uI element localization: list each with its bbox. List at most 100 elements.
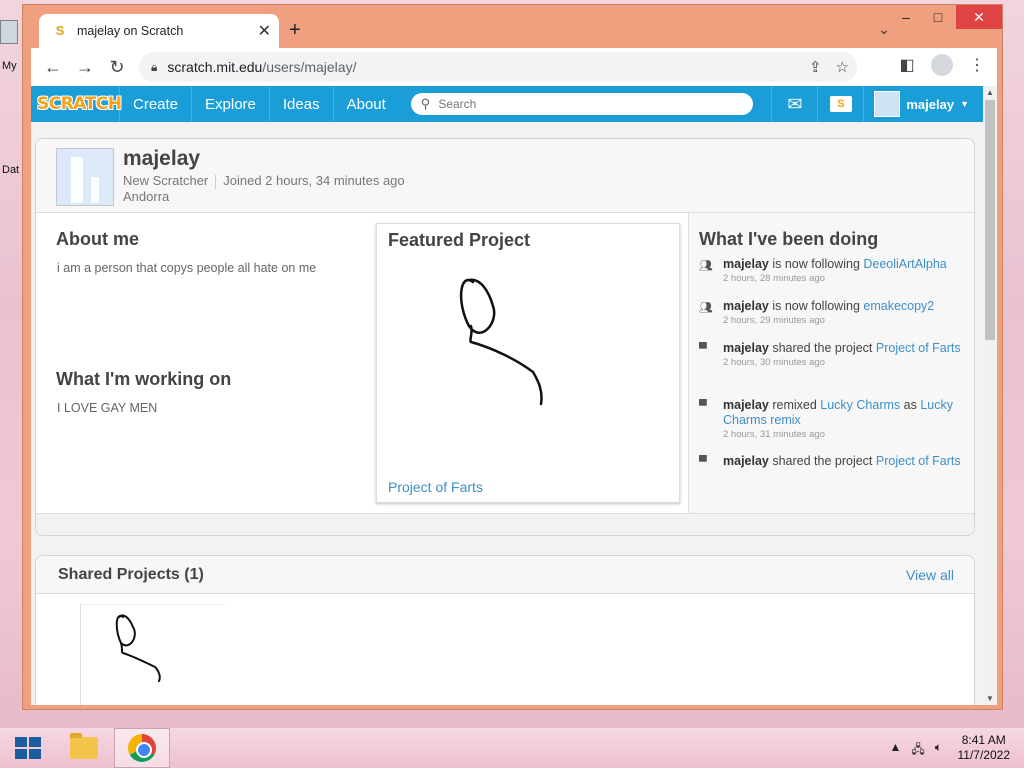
project-thumbnail[interactable]: [81, 605, 227, 705]
chrome-icon: [128, 734, 156, 762]
system-tray: ▲ 🖧︎ 🔈︎: [890, 740, 942, 761]
back-icon[interactable]: ←: [37, 57, 69, 78]
share-icon: ▀: [699, 456, 707, 468]
scrollbar-thumb[interactable]: [985, 100, 995, 340]
profile-role: New Scratcher: [123, 173, 209, 188]
search-input[interactable]: [438, 97, 729, 111]
profile-meta: New Scratcher Joined 2 hours, 34 minutes …: [123, 173, 405, 205]
side-panel-icon[interactable]: ◧: [897, 55, 917, 75]
account-username: majelay: [906, 96, 955, 112]
nav-explore[interactable]: Explore: [191, 86, 269, 122]
desktop-icon-label: Dat: [2, 164, 20, 176]
desktop-icon-label: My: [2, 60, 17, 72]
url-text: scratch.mit.edu/users/majelay/: [167, 59, 357, 75]
activity-user-link[interactable]: majelay: [723, 454, 769, 468]
follow-icon: 👥︎: [699, 260, 713, 272]
activity-target-link[interactable]: Lucky Charms: [820, 398, 900, 412]
reload-icon[interactable]: ↻: [101, 57, 133, 78]
new-tab-icon[interactable]: +: [289, 19, 301, 42]
browser-window: S majelay on Scratch ✕ + ⌄ – □ ✕ ← → ↻ 🔒…: [22, 4, 1003, 710]
view-all-link[interactable]: View all: [906, 567, 954, 583]
scratch-logo[interactable]: SCRATCH: [37, 91, 122, 117]
chrome-taskbar-icon[interactable]: [114, 728, 170, 768]
about-text[interactable]: i am a person that copys people all hate…: [57, 261, 316, 275]
share-icon: ▀: [699, 343, 707, 355]
activity-heading: What I've been doing: [699, 229, 879, 249]
menu-kebab-icon[interactable]: ⋮: [967, 55, 987, 75]
scratch-favicon-icon: S: [55, 23, 65, 38]
activity-user-link[interactable]: majelay: [723, 257, 769, 271]
activity-target-link[interactable]: emakecopy2: [863, 299, 934, 313]
search-box[interactable]: ⚲: [410, 93, 753, 115]
start-button[interactable]: [0, 728, 56, 768]
browser-tab[interactable]: S majelay on Scratch ✕: [39, 14, 279, 48]
working-text[interactable]: I LOVE GAY MEN: [57, 401, 157, 415]
shared-projects-title: Shared Projects (1): [58, 566, 204, 583]
shared-projects-box: Shared Projects (1) View all: [35, 555, 975, 705]
page-scrollbar[interactable]: ▲ ▼: [983, 86, 997, 705]
about-column: About me i am a person that copys people…: [36, 213, 376, 513]
tab-strip: S majelay on Scratch ✕ + ⌄ – □ ✕: [23, 5, 1002, 48]
share-page-icon[interactable]: ⇪: [809, 58, 822, 76]
profile-avatar-icon[interactable]: [931, 54, 953, 76]
taskbar: ▲ 🖧︎ 🔈︎ 8:41 AM 11/7/2022: [0, 728, 1024, 768]
project-thumbnail-card[interactable]: [80, 604, 226, 705]
bookmark-star-icon[interactable]: ☆: [836, 58, 849, 76]
scroll-down-icon[interactable]: ▼: [983, 694, 997, 703]
featured-project-card: Featured Project Project of Farts: [376, 223, 680, 503]
chevron-down-icon: ▼: [960, 99, 969, 109]
shared-projects-header: Shared Projects (1) View all: [36, 556, 974, 594]
clock-time: 8:41 AM: [961, 733, 1006, 747]
avatar: [874, 91, 901, 117]
featured-heading: Featured Project: [388, 230, 531, 250]
address-bar[interactable]: 🔒︎ scratch.mit.edu/users/majelay/ ⇪ ☆: [139, 52, 857, 82]
activity-user-link[interactable]: majelay: [723, 398, 769, 412]
remix-icon: ▀: [699, 400, 707, 412]
search-icon: ⚲: [420, 96, 431, 111]
volume-icon[interactable]: 🔈︎: [935, 740, 942, 761]
scratch-navbar: SCRATCH Create Explore Ideas About ⚲ ✉ S…: [31, 86, 983, 122]
profile-joined: Joined 2 hours, 34 minutes ago: [223, 173, 405, 188]
activity-user-link[interactable]: majelay: [723, 299, 769, 313]
show-hidden-icons-chevron-icon[interactable]: ▲: [890, 740, 902, 761]
windows-logo-icon: [15, 737, 41, 759]
tab-close-icon[interactable]: ✕: [258, 21, 271, 41]
scroll-up-icon[interactable]: ▲: [983, 88, 997, 97]
maximize-icon[interactable]: □: [920, 5, 956, 29]
featured-project-link[interactable]: Project of Farts: [388, 479, 483, 495]
desktop-icon[interactable]: [0, 20, 18, 44]
account-menu[interactable]: majelay ▼: [863, 86, 983, 122]
activity-column: What I've been doing 👥︎ majelay is now f…: [688, 213, 974, 513]
minimize-icon[interactable]: –: [888, 5, 924, 29]
close-window-icon[interactable]: ✕: [956, 5, 1002, 29]
about-heading: About me: [56, 229, 139, 249]
profile-header: majelay New Scratcher Joined 2 hours, 34 …: [36, 139, 974, 213]
my-stuff-icon[interactable]: S: [817, 86, 863, 122]
profile-footer: [36, 513, 974, 535]
nav-create[interactable]: Create: [119, 86, 191, 122]
forward-icon[interactable]: →: [69, 57, 101, 78]
profile-box: majelay New Scratcher Joined 2 hours, 34 …: [35, 138, 975, 536]
lock-icon[interactable]: 🔒︎: [151, 60, 157, 75]
avatar[interactable]: [56, 148, 114, 206]
folder-icon: [70, 733, 98, 759]
page-viewport: SCRATCH Create Explore Ideas About ⚲ ✉ S…: [31, 86, 997, 705]
activity-user-link[interactable]: majelay: [723, 341, 769, 355]
clock-date: 11/7/2022: [957, 748, 1011, 762]
taskbar-clock[interactable]: 8:41 AM 11/7/2022: [958, 733, 1011, 763]
file-explorer-taskbar-icon[interactable]: [56, 728, 112, 768]
network-icon[interactable]: 🖧︎: [911, 740, 924, 761]
browser-toolbar: ← → ↻ 🔒︎ scratch.mit.edu/users/majelay/ …: [31, 48, 997, 86]
activity-target-link[interactable]: Project of Farts: [876, 341, 961, 355]
tab-title: majelay on Scratch: [77, 24, 184, 38]
profile-location: Andorra: [123, 189, 170, 204]
activity-target-link[interactable]: DeeoliArtAlpha: [863, 257, 946, 271]
activity-target-link[interactable]: Project of Farts: [876, 454, 961, 468]
nav-about[interactable]: About: [332, 86, 399, 122]
featured-project-thumbnail[interactable]: [397, 264, 657, 464]
working-heading: What I'm working on: [56, 369, 232, 389]
follow-icon: 👥︎: [699, 302, 713, 314]
nav-ideas[interactable]: Ideas: [268, 86, 333, 122]
messages-envelope-icon[interactable]: ✉: [771, 86, 817, 122]
profile-username: majelay: [123, 147, 201, 170]
